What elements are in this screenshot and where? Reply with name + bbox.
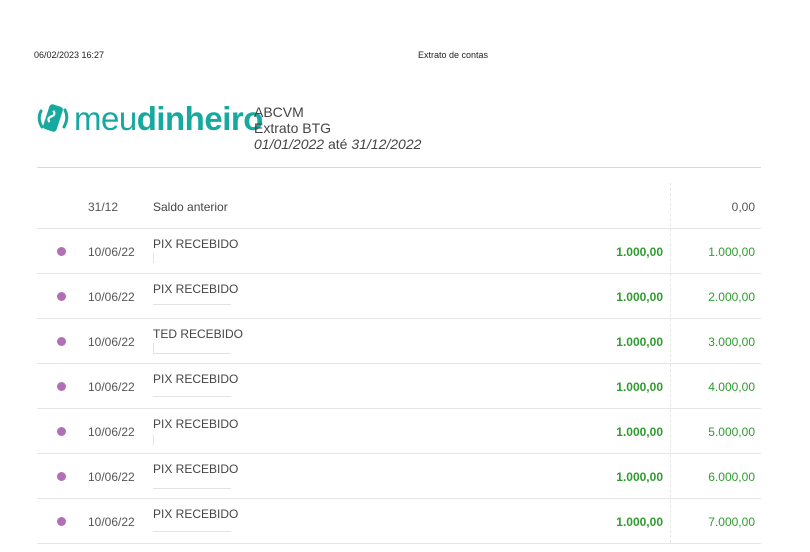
table-row[interactable]: 10/06/22 PIX RECEBIDO 1.000,00 4.000,00 <box>37 364 761 409</box>
category-dot <box>57 517 66 526</box>
redacted-detail <box>153 488 231 489</box>
category-dot <box>57 382 66 391</box>
table-row[interactable]: 10/06/22 PIX RECEBIDO 1.000,00 2.000,00 <box>37 274 761 319</box>
row-date: 10/06/22 <box>88 245 135 259</box>
table-row[interactable]: 10/06/22 PIX RECEBIDO 1.000,00 6.000,00 <box>37 454 761 499</box>
row-amount: 1.000,00 <box>616 470 663 484</box>
row-amount: 1.000,00 <box>616 290 663 304</box>
category-dot <box>57 472 66 481</box>
row-balance: 6.000,00 <box>708 470 755 484</box>
table-row[interactable]: 10/06/22 PIX RECEBIDO 1.000,00 7.000,00 <box>37 499 761 544</box>
row-description: PIX RECEBIDO <box>153 372 239 386</box>
redacted-detail <box>153 253 154 263</box>
category-dot <box>57 292 66 301</box>
transactions-table: 31/12 Saldo anterior 0,00 10/06/22 PIX R… <box>37 184 761 544</box>
category-dot <box>57 337 66 346</box>
redacted-detail <box>153 343 154 353</box>
period-end: 31/12/2022 <box>351 136 422 152</box>
account-name: ABCVM <box>254 104 304 120</box>
table-row[interactable]: 10/06/22 PIX RECEBIDO 1.000,00 5.000,00 <box>37 409 761 454</box>
row-date: 10/06/22 <box>88 515 135 529</box>
print-datetime: 06/02/2023 16:27 <box>34 50 105 60</box>
redacted-detail <box>153 435 154 445</box>
row-balance: 0,00 <box>731 200 755 214</box>
row-date: 31/12 <box>88 200 119 214</box>
row-description: PIX RECEBIDO <box>153 507 239 521</box>
table-row[interactable]: 10/06/22 PIX RECEBIDO 1.000,00 1.000,00 <box>37 229 761 274</box>
row-amount: 1.000,00 <box>616 335 663 349</box>
row-amount: 1.000,00 <box>616 425 663 439</box>
category-dot <box>57 247 66 256</box>
table-row[interactable]: 10/06/22 TED RECEBIDO 1.000,00 3.000,00 <box>37 319 761 364</box>
row-description: Saldo anterior <box>153 200 228 214</box>
row-date: 10/06/22 <box>88 425 135 439</box>
statement-name: Extrato BTG <box>254 120 332 136</box>
row-description: TED RECEBIDO <box>153 327 244 341</box>
period-start: 01/01/2022 <box>254 136 325 152</box>
row-balance: 3.000,00 <box>708 335 755 349</box>
redacted-detail <box>153 531 231 532</box>
opening-balance-row: 31/12 Saldo anterior 0,00 <box>37 184 761 229</box>
row-balance: 1.000,00 <box>708 245 755 259</box>
row-date: 10/06/22 <box>88 335 135 349</box>
row-description: PIX RECEBIDO <box>153 237 239 251</box>
brand-logo: meudinheiro <box>36 102 263 136</box>
row-description: PIX RECEBIDO <box>153 282 239 296</box>
row-amount: 1.000,00 <box>616 515 663 529</box>
redacted-detail <box>153 396 231 397</box>
header-divider <box>37 167 761 168</box>
row-amount: 1.000,00 <box>616 380 663 394</box>
row-description: PIX RECEBIDO <box>153 462 239 476</box>
row-balance: 5.000,00 <box>708 425 755 439</box>
row-date: 10/06/22 <box>88 290 135 304</box>
brand-wordmark: meudinheiro <box>74 102 263 136</box>
row-balance: 4.000,00 <box>708 380 755 394</box>
category-dot <box>57 427 66 436</box>
row-description: PIX RECEBIDO <box>153 417 239 431</box>
row-date: 10/06/22 <box>88 470 135 484</box>
page-header-title: Extrato de contas <box>418 50 489 60</box>
redacted-detail <box>153 353 231 354</box>
redacted-detail <box>153 304 231 305</box>
row-amount: 1.000,00 <box>616 245 663 259</box>
brand-word-bold: dinheiro <box>136 100 264 137</box>
meudinheiro-logo-icon <box>37 104 69 132</box>
period-conjunction: até <box>327 136 348 152</box>
statement-period: 01/01/2022 até 31/12/2022 <box>254 136 421 152</box>
statement-meta: ABCVM Extrato BTG 01/01/2022 até 31/12/2… <box>254 104 421 152</box>
row-date: 10/06/22 <box>88 380 135 394</box>
row-balance: 2.000,00 <box>708 290 755 304</box>
brand-word-light: meu <box>74 100 137 137</box>
row-balance: 7.000,00 <box>708 515 755 529</box>
